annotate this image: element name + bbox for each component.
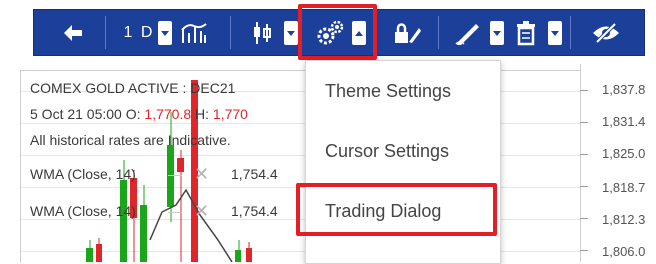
chart-type-button[interactable]: [244, 10, 280, 55]
price-tick: 1,831.4: [602, 114, 646, 129]
settings-highlight: [298, 4, 377, 60]
trading-dialog-highlight: [296, 183, 497, 236]
divider: [438, 16, 439, 49]
draw-tools-dropdown[interactable]: [490, 21, 504, 45]
interval-dropdown[interactable]: [158, 21, 172, 45]
candle: [120, 180, 127, 262]
candle: [246, 248, 252, 262]
ohlc-readout: 5 Oct 21 05:00 O: 1,770.8 H: 1,770: [30, 106, 248, 122]
remove-indicator-icon[interactable]: ✕: [194, 201, 209, 222]
eye-slash-icon: [593, 22, 619, 43]
chevron-down-icon: [161, 30, 169, 36]
wma-legend-2: WMA (Close, 14): [30, 203, 136, 219]
ohlc-prefix: 5 Oct 21 05:00 O:: [30, 106, 141, 122]
chevron-down-icon: [287, 30, 295, 36]
wma-legend-1: WMA (Close, 14): [30, 166, 136, 182]
candle: [235, 250, 241, 262]
chart-type-dropdown[interactable]: [284, 21, 298, 45]
tick-mark: [580, 218, 588, 219]
menu-item-theme-settings[interactable]: Theme Settings: [325, 81, 451, 102]
back-arrow-icon: [64, 24, 82, 41]
tick-mark: [580, 154, 588, 155]
dash-icon: —: [168, 203, 182, 219]
candle: [86, 248, 93, 262]
hide-drawings-button[interactable]: [582, 10, 630, 55]
interval-button[interactable]: 1 D: [114, 10, 164, 55]
wma-value-2: 1,754.4: [231, 203, 278, 219]
instrument-title: COMEX GOLD ACTIVE : DEC21: [30, 80, 236, 96]
trash-icon: [517, 20, 535, 45]
delete-drawings-button[interactable]: [506, 10, 546, 55]
price-tick: 1,825.0: [602, 146, 646, 161]
delete-dropdown[interactable]: [548, 21, 562, 45]
divider: [230, 16, 231, 49]
indicators-button[interactable]: [174, 10, 214, 55]
candlestick-icon: [254, 21, 271, 44]
divider: [105, 16, 106, 49]
lock-icon: [395, 22, 421, 43]
indicators-icon: [181, 22, 207, 43]
pen-icon: [455, 23, 479, 45]
chevron-down-icon: [551, 30, 559, 36]
draw-tools-button[interactable]: [448, 10, 488, 55]
tick-mark: [580, 186, 588, 187]
price-tick: 1,818.7: [602, 180, 646, 195]
candle: [96, 244, 102, 262]
disclaimer: All historical rates are Indicative.: [30, 132, 231, 148]
wma-value-1: 1,754.4: [231, 166, 278, 182]
tick-mark: [580, 90, 588, 91]
chevron-down-icon: [493, 30, 501, 36]
price-tick: 1,837.8: [602, 82, 646, 97]
open-value: 1,770.8: [144, 106, 192, 122]
tick-mark: [580, 122, 588, 123]
lock-drawing-button[interactable]: [386, 10, 430, 55]
dash-icon: —: [168, 166, 182, 182]
menu-item-cursor-settings[interactable]: Cursor Settings: [325, 141, 449, 162]
remove-indicator-icon[interactable]: ✕: [194, 164, 209, 185]
divider: [570, 16, 571, 49]
high-value: 1,770: [212, 106, 248, 122]
candle: [140, 205, 147, 262]
back-button[interactable]: [48, 10, 98, 55]
high-label: H:: [195, 106, 210, 122]
tick-mark: [580, 250, 588, 251]
interval-label: 1 D: [123, 23, 155, 41]
price-tick: 1,812.3: [602, 212, 646, 227]
price-tick: 1,806.0: [602, 244, 646, 259]
